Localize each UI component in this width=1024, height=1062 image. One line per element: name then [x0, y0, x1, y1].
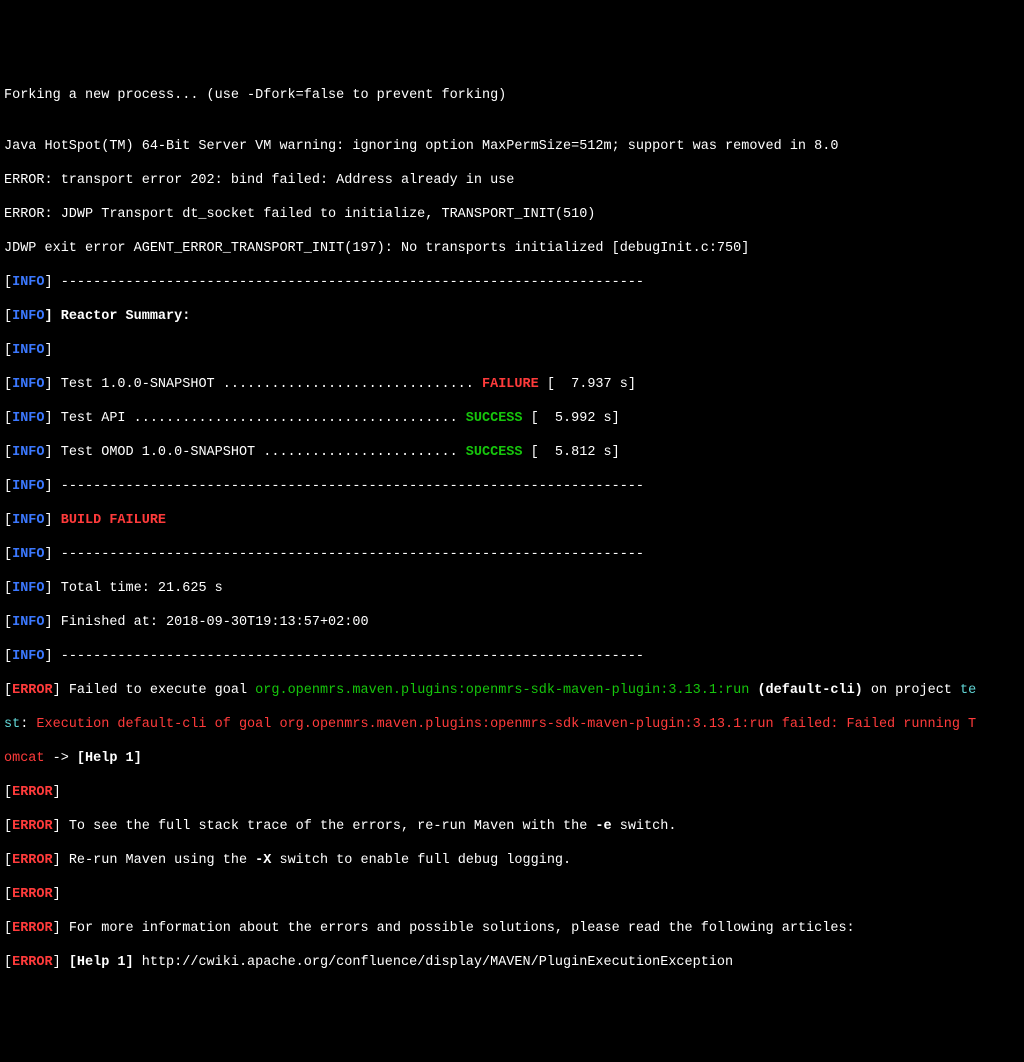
reactor-item: [INFO] Test 1.0.0-SNAPSHOT .............… [4, 376, 1020, 393]
status-success: SUCCESS [466, 411, 523, 426]
info-tag: INFO [12, 445, 44, 460]
log-line: ERROR: JDWP Transport dt_socket failed t… [4, 206, 1020, 223]
error-line: [ERROR] Re-run Maven using the -X switch… [4, 852, 1020, 869]
log-line: Forking a new process... (use -Dfork=fal… [4, 87, 1020, 104]
error-tag: ERROR [12, 819, 53, 834]
log-line: [INFO] Reactor Summary: [4, 308, 1020, 325]
error-tag: ERROR [12, 955, 53, 970]
error-tag: ERROR [12, 853, 53, 868]
log-line: [INFO] ---------------------------------… [4, 648, 1020, 665]
error-line: [ERROR] [Help 1] http://cwiki.apache.org… [4, 954, 1020, 971]
log-line: [INFO] ---------------------------------… [4, 546, 1020, 563]
log-line: ERROR: transport error 202: bind failed:… [4, 172, 1020, 189]
error-line: omcat -> [Help 1] [4, 750, 1020, 767]
total-time: [INFO] Total time: 21.625 s [4, 580, 1020, 597]
error-tag: ERROR [12, 785, 53, 800]
info-tag: INFO [12, 479, 44, 494]
info-tag: INFO [12, 275, 44, 290]
log-line: JDWP exit error AGENT_ERROR_TRANSPORT_IN… [4, 240, 1020, 257]
info-tag: INFO [12, 309, 44, 324]
status-failure: FAILURE [482, 377, 539, 392]
error-tag: ERROR [12, 921, 53, 936]
error-line: [ERROR] For more information about the e… [4, 920, 1020, 937]
status-success: SUCCESS [466, 445, 523, 460]
log-line: Java HotSpot(TM) 64-Bit Server VM warnin… [4, 138, 1020, 155]
info-tag: INFO [12, 615, 44, 630]
info-tag: INFO [12, 343, 44, 358]
error-line: [ERROR] [4, 886, 1020, 903]
error-line: [ERROR] Failed to execute goal org.openm… [4, 682, 1020, 699]
reactor-item: [INFO] Test API ........................… [4, 410, 1020, 427]
info-tag: INFO [12, 411, 44, 426]
error-line: [ERROR] To see the full stack trace of t… [4, 818, 1020, 835]
build-status: [INFO] BUILD FAILURE [4, 512, 1020, 529]
info-tag: INFO [12, 547, 44, 562]
log-line: [INFO] [4, 342, 1020, 359]
log-line: [INFO] ---------------------------------… [4, 478, 1020, 495]
log-line: [INFO] ---------------------------------… [4, 274, 1020, 291]
error-line: st: Execution default-cli of goal org.op… [4, 716, 1020, 733]
error-line: [ERROR] [4, 784, 1020, 801]
info-tag: INFO [12, 513, 44, 528]
finished-at: [INFO] Finished at: 2018-09-30T19:13:57+… [4, 614, 1020, 631]
info-tag: INFO [12, 377, 44, 392]
error-tag: ERROR [12, 683, 53, 698]
info-tag: INFO [12, 649, 44, 664]
error-tag: ERROR [12, 887, 53, 902]
reactor-item: [INFO] Test OMOD 1.0.0-SNAPSHOT ........… [4, 444, 1020, 461]
info-tag: INFO [12, 581, 44, 596]
terminal-output: Forking a new process... (use -Dfork=fal… [4, 70, 1020, 988]
